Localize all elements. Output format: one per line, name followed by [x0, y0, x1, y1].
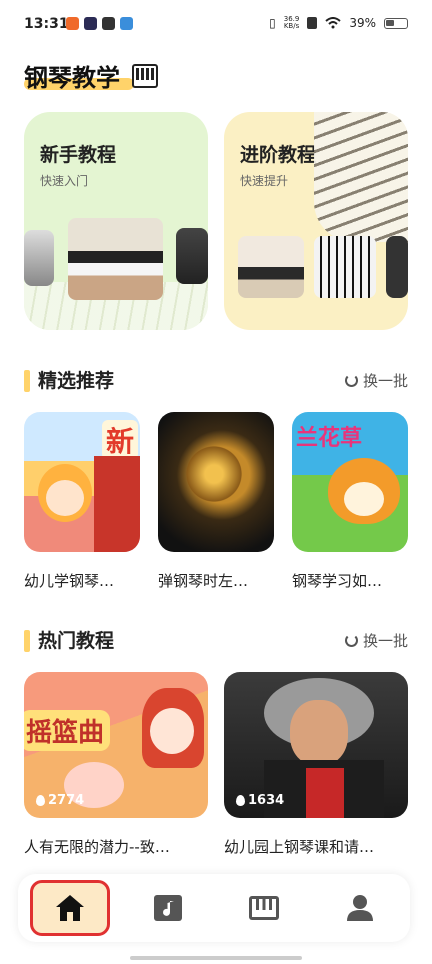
nav-music[interactable] [128, 880, 208, 936]
featured-section-title: 精选推荐 [38, 370, 115, 392]
signal-x-icon [307, 17, 318, 29]
advanced-course-card[interactable]: 进阶教程 快速提升 [224, 112, 408, 330]
notification-icon-2 [84, 17, 97, 30]
cartoon-girl-face [150, 708, 194, 754]
featured-refresh-label: 换一批 [362, 372, 408, 390]
piano-keys-icon [249, 896, 279, 920]
piano-stairs-illustration [314, 112, 408, 242]
person-icon [347, 895, 373, 921]
notification-icon-3 [102, 17, 115, 30]
net-speed-unit: KB/s [283, 22, 300, 30]
featured-refresh-button[interactable]: 换一批 [344, 370, 408, 391]
photo-statue [176, 228, 208, 284]
home-indicator[interactable] [130, 956, 302, 960]
nav-piano[interactable] [224, 880, 304, 936]
portrait-face-illustration [290, 700, 348, 766]
beginner-course-title: 新手教程 [40, 144, 117, 166]
net-speed: 36.9 KB/s [284, 16, 300, 30]
battery-icon [384, 17, 408, 29]
hot-thumb-text-1: 摇篮曲 [24, 710, 111, 751]
bottom-nav [18, 874, 410, 942]
notification-icon-4 [120, 17, 133, 30]
photo-piano-keys [314, 236, 376, 298]
gate-illustration [94, 456, 140, 552]
hot-item-2-label[interactable]: 幼儿园上钢琴课和请… [224, 836, 408, 857]
hot-item-1[interactable]: 摇篮曲 2774 [24, 672, 208, 818]
hot-refresh-button[interactable]: 换一批 [344, 630, 408, 651]
gramophone-illustration [182, 442, 246, 506]
featured-item-1[interactable]: 新 [24, 412, 140, 552]
nav-profile[interactable] [320, 880, 400, 936]
advanced-course-title: 进阶教程 [240, 144, 317, 166]
featured-section-header: 精选推荐 换一批 [24, 366, 408, 394]
fire-icon [36, 795, 45, 806]
wifi-icon [325, 17, 341, 29]
photo-composer [24, 230, 54, 286]
fire-icon [236, 795, 245, 806]
portrait-scarf-illustration [306, 768, 344, 818]
hot-section-title: 热门教程 [38, 630, 115, 652]
hot-item-1-views: 2774 [36, 793, 84, 808]
refresh-icon [344, 634, 358, 647]
cartoon-girl-face [46, 480, 84, 516]
refresh-icon [344, 374, 358, 387]
advanced-course-subtitle: 快速提升 [240, 174, 289, 188]
music-folder-icon [154, 895, 182, 921]
notification-icon-1 [66, 17, 79, 30]
hot-refresh-label: 换一批 [362, 632, 408, 650]
photo-upright-piano [238, 236, 304, 298]
photo-grand-piano [386, 236, 408, 298]
battery-percent: 39% [349, 16, 376, 30]
cartoon-tiger-face [344, 482, 384, 516]
status-time: 13:31 [24, 16, 69, 32]
photo-playing-piano [68, 218, 163, 300]
featured-thumb-text-2: 兰花草 [296, 426, 363, 451]
vibrate-icon: ▯ [269, 16, 276, 30]
featured-item-1-label[interactable]: 幼儿学钢琴… [24, 570, 140, 591]
hot-item-2-views: 1634 [236, 793, 284, 808]
featured-item-3[interactable]: 兰花草 [292, 412, 408, 552]
featured-item-3-label[interactable]: 钢琴学习如… [292, 570, 408, 591]
hot-item-2[interactable]: 1634 [224, 672, 408, 818]
nav-home[interactable] [30, 880, 110, 936]
hot-item-2-views-count: 1634 [248, 793, 285, 808]
hot-item-1-label[interactable]: 人有无限的潜力--致… [24, 836, 208, 857]
hot-item-1-views-count: 2774 [48, 793, 85, 808]
status-bar: 13:31 ▯ 36.9 KB/s 39% [0, 0, 432, 50]
beginner-course-card[interactable]: 新手教程 快速入门 [24, 112, 208, 330]
featured-item-2-label[interactable]: 弹钢琴时左… [158, 570, 274, 591]
beginner-course-subtitle: 快速入门 [40, 174, 89, 188]
hot-section-header: 热门教程 换一批 [24, 626, 408, 654]
featured-item-2[interactable] [158, 412, 274, 552]
home-icon [56, 895, 84, 921]
section-accent-bar [24, 370, 30, 392]
page-title: 钢琴教学 [24, 64, 120, 92]
section-accent-bar [24, 630, 30, 652]
page-header: 钢琴教学 [24, 58, 158, 93]
piano-icon [132, 63, 158, 88]
featured-thumb-text-1: 新 [101, 420, 138, 460]
